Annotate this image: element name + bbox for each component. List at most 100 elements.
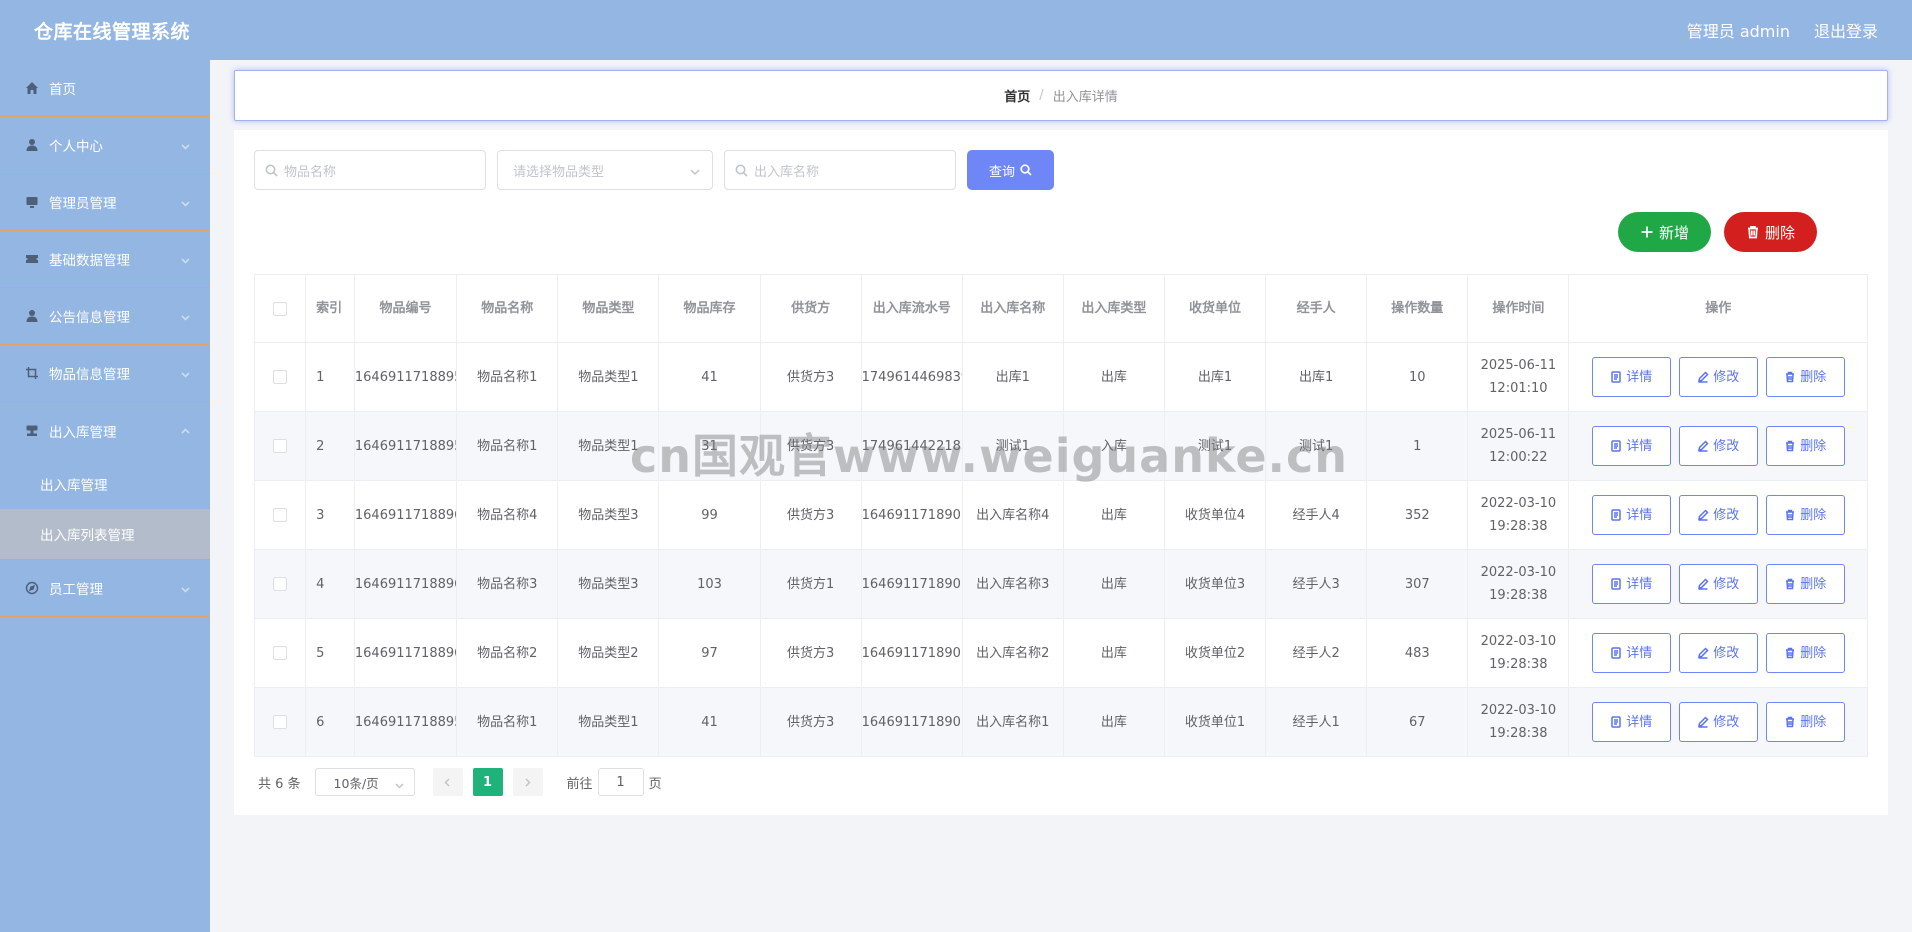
column-header: 物品类型 [557, 274, 660, 343]
sidebar-item-personal-center[interactable]: 个人中心 [0, 117, 210, 174]
row-checkbox[interactable] [273, 370, 288, 384]
edit-button[interactable]: 修改 [1678, 633, 1758, 673]
breadcrumb-separator: / [1039, 88, 1044, 103]
edit-button[interactable]: 修改 [1678, 357, 1758, 397]
row-checkbox[interactable] [273, 439, 288, 453]
table-row: 1164691171889517物品名称1物品类型141供货方317496144… [253, 342, 1868, 412]
monitor-icon [25, 195, 39, 209]
compass-icon [25, 581, 39, 595]
trash-icon [1786, 647, 1795, 659]
chevron-down-icon [181, 310, 190, 321]
admin-user-label[interactable]: 管理员 admin [1687, 18, 1790, 42]
search-icon [1020, 164, 1032, 176]
bulk-delete-button[interactable]: 删除 [1724, 212, 1817, 252]
item-type-select[interactable]: 请选择物品类型 [497, 150, 713, 190]
detail-button[interactable]: 详情 [1591, 495, 1671, 535]
item-name-search-input[interactable]: 物品名称 [254, 150, 486, 190]
table-row: 6164691171889517物品名称1物品类型141供货方316469117… [253, 687, 1868, 757]
edit-button[interactable]: 修改 [1678, 495, 1758, 535]
row-checkbox[interactable] [273, 508, 288, 522]
table-cell-stock: 41 [658, 687, 761, 757]
detail-button[interactable]: 详情 [1591, 633, 1671, 673]
document-icon [1611, 509, 1621, 521]
query-button-label: 查询 [988, 164, 1015, 180]
table-cell-inout-type: 出库 [1062, 342, 1165, 412]
chevron-left-icon [444, 777, 450, 787]
next-page-button[interactable] [512, 768, 543, 796]
row-checkbox[interactable] [273, 646, 288, 660]
top-header: 仓库在线管理系统 管理员 admin 退出登录 [0, 0, 1912, 60]
row-checkbox[interactable] [273, 577, 288, 591]
table-cell-code: 164691171889619 [353, 618, 458, 688]
detail-button-label: 详情 [1626, 645, 1653, 661]
table-cell-handler: 经手人4 [1265, 480, 1368, 550]
sidebar-item-home[interactable]: 首页 [0, 60, 210, 117]
detail-button[interactable]: 详情 [1591, 426, 1671, 466]
table-cell-serial: 1749614469839 [860, 342, 963, 412]
edit-button[interactable]: 修改 [1678, 564, 1758, 604]
column-header: 出入库名称 [961, 274, 1064, 343]
row-delete-button[interactable]: 删除 [1765, 633, 1845, 673]
sidebar-item-basic-data[interactable]: 基础数据管理 [0, 231, 210, 288]
table-cell-index: 2 [305, 411, 355, 481]
user-icon [25, 138, 39, 152]
home-icon [25, 81, 39, 95]
edit-button[interactable]: 修改 [1678, 426, 1758, 466]
logout-link[interactable]: 退出登录 [1814, 18, 1878, 42]
chevron-down-icon [395, 778, 404, 789]
table-cell-inout-name: 出入库名称4 [961, 480, 1064, 550]
detail-button-label: 详情 [1626, 507, 1653, 523]
search-form: 物品名称 请选择物品类型 出入库名称 查询 [254, 150, 1054, 190]
sidebar-item-inout-management[interactable]: 出入库管理 [0, 402, 210, 459]
detail-button[interactable]: 详情 [1591, 357, 1671, 397]
plus-icon [1641, 226, 1653, 238]
row-select-cell [253, 687, 307, 757]
select-all-cell [253, 274, 307, 343]
sidebar-subitem-inout[interactable]: 出入库管理 [0, 459, 210, 509]
page-number-current[interactable]: 1 [472, 768, 503, 796]
row-checkbox[interactable] [273, 715, 288, 729]
row-delete-button[interactable]: 删除 [1765, 426, 1845, 466]
table-cell-name: 物品名称1 [456, 411, 559, 481]
inout-name-search-input[interactable]: 出入库名称 [724, 150, 956, 190]
sidebar-item-admin-management[interactable]: 管理员管理 [0, 174, 210, 231]
sidebar-item-item-info[interactable]: 物品信息管理 [0, 345, 210, 402]
table-cell-code: 164691171889517 [353, 411, 458, 481]
table-cell-stock: 99 [658, 480, 761, 550]
detail-button[interactable]: 详情 [1591, 564, 1671, 604]
sidebar-item-label: 管理员管理 [49, 196, 117, 212]
prev-page-button[interactable] [432, 768, 463, 796]
table-cell-handler: 经手人3 [1265, 549, 1368, 619]
query-button[interactable]: 查询 [967, 150, 1054, 190]
item-type-placeholder: 请选择物品类型 [513, 164, 605, 180]
add-button[interactable]: 新增 [1618, 212, 1711, 252]
detail-button-label: 详情 [1626, 438, 1653, 454]
sidebar-item-announcements[interactable]: 公告信息管理 [0, 288, 210, 345]
table-cell-serial: 1749614422183 [860, 411, 963, 481]
document-icon [1611, 578, 1621, 590]
sidebar-subitem-inout-list[interactable]: 出入库列表管理 [0, 509, 210, 559]
row-delete-button[interactable]: 删除 [1765, 495, 1845, 535]
table-cell-type: 物品类型1 [557, 687, 660, 757]
table-cell-qty: 10 [1366, 342, 1469, 412]
row-delete-button[interactable]: 删除 [1765, 564, 1845, 604]
search-icon [265, 164, 278, 177]
table-cell-name: 物品名称3 [456, 549, 559, 619]
sidebar-subitem-label: 出入库管理 [40, 478, 108, 494]
table-cell-qty: 352 [1366, 480, 1469, 550]
table-cell-handler: 经手人2 [1265, 618, 1368, 688]
column-header: 物品编号 [353, 274, 458, 343]
breadcrumb-home[interactable]: 首页 [1004, 86, 1030, 105]
select-all-checkbox[interactable] [273, 301, 288, 316]
table-cell-stock: 103 [658, 549, 761, 619]
row-delete-button[interactable]: 删除 [1765, 357, 1845, 397]
row-select-cell [253, 480, 307, 550]
goto-page-input[interactable]: 1 [597, 768, 644, 796]
document-icon [1611, 371, 1621, 383]
edit-button[interactable]: 修改 [1678, 702, 1758, 742]
detail-button[interactable]: 详情 [1591, 702, 1671, 742]
page-size-select[interactable]: 10条/页 [314, 768, 415, 796]
sidebar-item-employees[interactable]: 员工管理 [0, 560, 210, 617]
row-delete-button[interactable]: 删除 [1765, 702, 1845, 742]
table-cell-serial: 16469117189014 [860, 549, 963, 619]
